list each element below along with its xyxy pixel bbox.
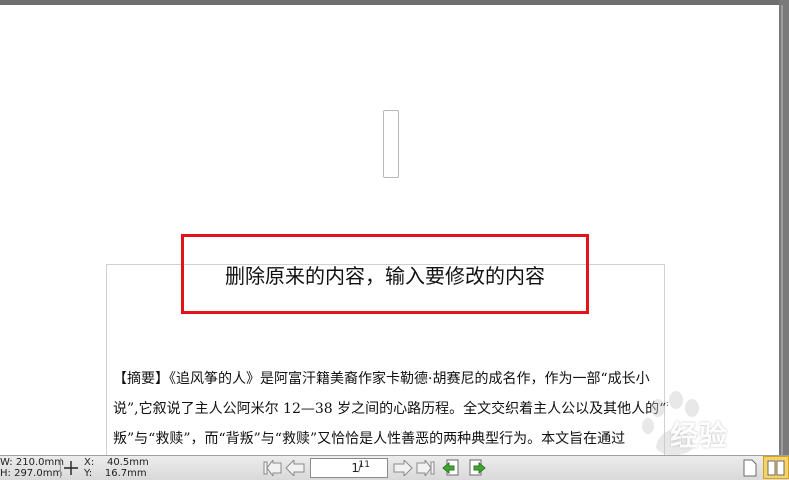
document-body[interactable]: 【摘要】《追风筝的人》是阿富汗籍美裔作家卡勒德·胡赛尼的成名作，作为一部“成长小… <box>113 364 668 454</box>
total-pages: 11 <box>358 460 370 470</box>
page-number-field[interactable]: 1 / 11 <box>310 458 388 478</box>
y-value: 16.7mm <box>104 468 147 479</box>
height-value: 297.0mm <box>14 468 63 479</box>
x-value: 40.5mm <box>106 457 149 468</box>
single-page-view-button[interactable] <box>737 456 763 479</box>
arrow-right-icon <box>393 460 413 476</box>
append-page-button[interactable] <box>466 458 488 478</box>
previous-page-button[interactable] <box>284 458 306 478</box>
body-line: 叛”与“救赎”，而“背叛”与“救赎”又恰恰是人性善恶的两种典型行为。本文旨在通过 <box>113 431 626 447</box>
single-page-icon <box>743 459 757 476</box>
page-dimensions: W: 210.0mm H: 297.0mm <box>0 457 64 479</box>
first-page-button[interactable] <box>262 458 284 478</box>
instruction-callout: 删除原来的内容，输入要修改的内容 <box>181 234 589 314</box>
facing-pages-view-button[interactable] <box>763 456 789 479</box>
cursor-coordinates: X: 40.5mm Y: 16.7mm <box>84 457 149 479</box>
crosshair-icon <box>64 461 78 475</box>
divider <box>60 458 61 478</box>
body-line: 说”,它叙说了主人公阿米尔 12—38 岁之间的心路历程。全文交织着主人公以及其… <box>113 401 668 417</box>
next-page-button[interactable] <box>392 458 414 478</box>
first-page-icon <box>263 460 282 476</box>
y-label: Y: <box>84 468 93 479</box>
page-navigation: 1 / 11 <box>262 457 488 479</box>
arrow-left-icon <box>285 460 305 476</box>
x-label: X: <box>84 457 95 468</box>
page-append-icon <box>469 459 486 476</box>
watermark-text: 经验 <box>670 419 729 452</box>
text-cursor-frame[interactable] <box>383 110 399 178</box>
page-insert-icon <box>442 459 459 476</box>
status-bar: W: 210.0mm H: 297.0mm X: 40.5mm Y: 16.7m… <box>0 455 789 480</box>
height-label: H: <box>0 468 11 479</box>
view-mode-buttons <box>737 456 789 479</box>
width-value: 210.0mm <box>15 457 64 468</box>
facing-pages-icon <box>767 460 785 475</box>
callout-text: 删除原来的内容，输入要修改的内容 <box>225 263 545 288</box>
body-line: 【摘要】《追风筝的人》是阿富汗籍美裔作家卡勒德·胡赛尼的成名作，作为一部“成长小 <box>113 371 650 387</box>
last-page-icon <box>416 460 435 476</box>
last-page-button[interactable] <box>414 458 436 478</box>
insert-page-button[interactable] <box>440 458 462 478</box>
width-label: W: <box>0 457 13 468</box>
